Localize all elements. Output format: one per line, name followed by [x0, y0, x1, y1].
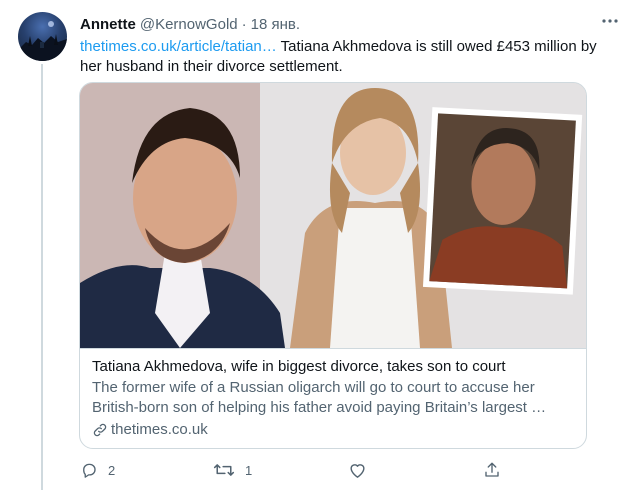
- retweet-button[interactable]: 1: [213, 461, 252, 479]
- share-button[interactable]: [483, 461, 501, 479]
- card-domain-row: thetimes.co.uk: [92, 420, 574, 440]
- author-name[interactable]: Annette: [80, 16, 136, 33]
- avatar[interactable]: [18, 12, 67, 61]
- card-domain: thetimes.co.uk: [111, 421, 208, 438]
- retweet-icon: [213, 464, 235, 476]
- avatar-image: [18, 21, 67, 61]
- like-icon: [350, 464, 365, 478]
- link-card[interactable]: Tatiana Akhmedova, wife in biggest divor…: [79, 82, 587, 449]
- more-button[interactable]: [599, 12, 621, 30]
- link-icon: [92, 422, 108, 438]
- reply-count: 2: [108, 462, 116, 478]
- more-dots-icon: [602, 19, 618, 23]
- share-icon: [485, 462, 499, 477]
- tweet-actions: 2 1: [80, 458, 520, 482]
- author-handle[interactable]: @KernowGold: [140, 16, 238, 33]
- card-body: Tatiana Akhmedova, wife in biggest divor…: [80, 348, 586, 448]
- tweet-text: thetimes.co.uk/article/tatian… Tatiana A…: [80, 37, 605, 77]
- tweet-link[interactable]: thetimes.co.uk/article/tatian…: [80, 38, 277, 55]
- separator: ·: [241, 15, 247, 33]
- card-title[interactable]: Tatiana Akhmedova, wife in biggest divor…: [92, 357, 574, 377]
- card-photo: [80, 83, 586, 348]
- tweet-date[interactable]: 18 янв.: [251, 16, 300, 33]
- reply-button[interactable]: 2: [80, 461, 115, 479]
- tweet-header: Annette @KernowGold · 18 янв.: [80, 14, 611, 34]
- card-description: The former wife of a Russian oligarch wi…: [92, 379, 547, 416]
- reply-icon: [83, 463, 96, 478]
- tweet: Annette @KernowGold · 18 янв. thetimes.c…: [0, 0, 627, 490]
- retweet-count: 1: [245, 462, 253, 478]
- thread-line: [41, 64, 43, 490]
- like-button[interactable]: [348, 461, 377, 479]
- card-image: [80, 83, 586, 348]
